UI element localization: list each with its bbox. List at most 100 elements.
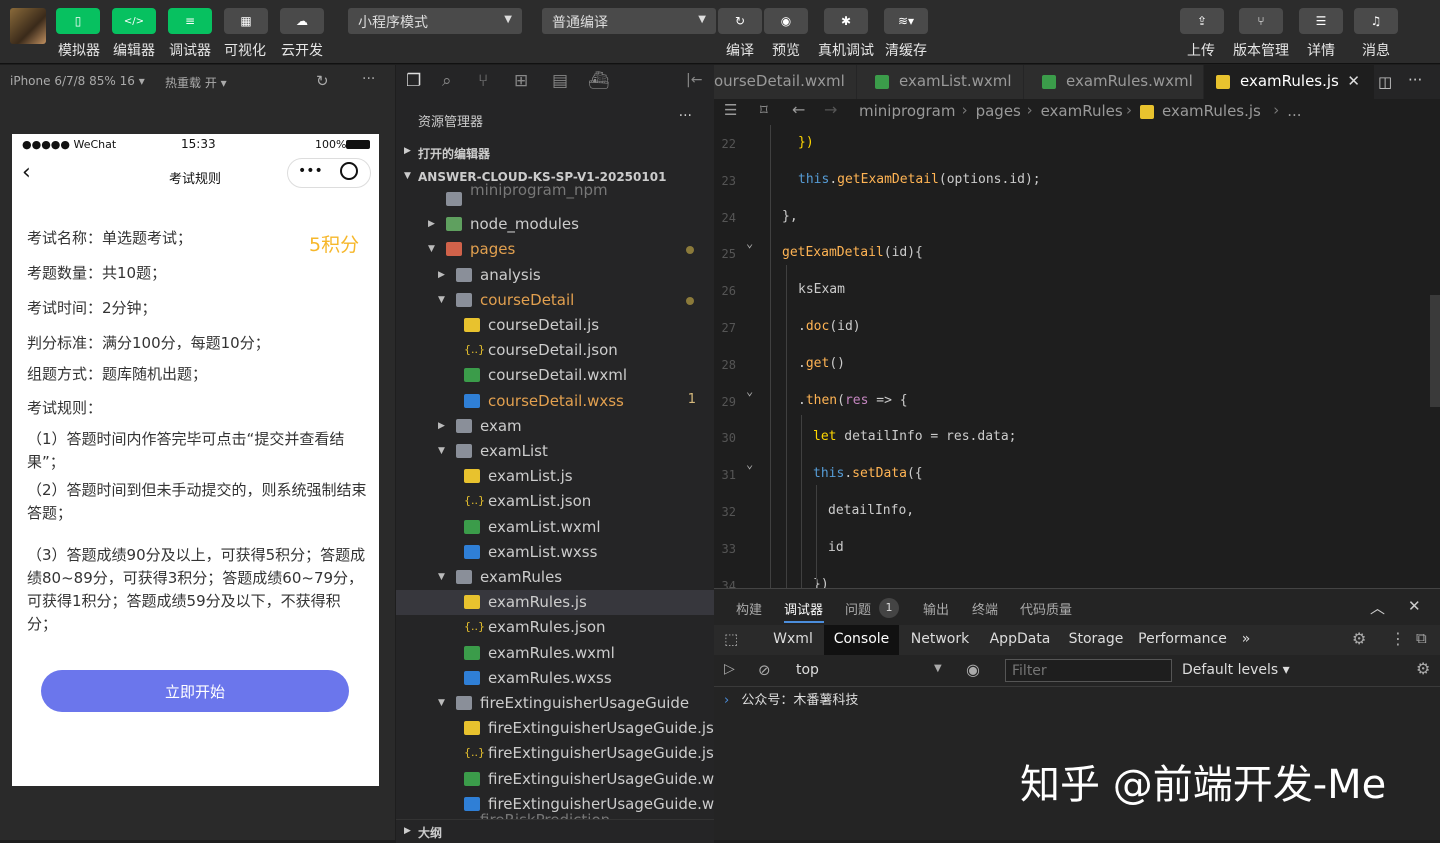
user-avatar[interactable] xyxy=(10,8,46,44)
fold-icon[interactable]: ⌄ xyxy=(746,236,753,250)
remote-debug-button[interactable]: ✱ xyxy=(824,8,868,34)
clear-console-icon[interactable]: ⊘ xyxy=(758,661,771,679)
devtools-panel-tab[interactable]: Network xyxy=(902,625,978,655)
source-control-icon[interactable]: ⑂ xyxy=(478,71,488,91)
devtools-panel-tab[interactable]: Console xyxy=(824,625,899,655)
editor-tab[interactable]: examRules.js ✕ xyxy=(1204,65,1374,99)
tree-folder[interactable]: ▶ exam xyxy=(396,414,714,439)
gear-icon[interactable]: ⚙ xyxy=(1352,629,1366,648)
devtools-panel-tab[interactable]: Performance xyxy=(1134,625,1231,655)
start-exam-button[interactable]: 立即开始 xyxy=(41,670,349,712)
docker-icon[interactable]: ⛴ xyxy=(588,71,610,91)
tree-file[interactable]: courseDetail.wxss 1 xyxy=(396,389,714,414)
sidebar-toggle-icon[interactable]: ▷ xyxy=(724,661,735,677)
breadcrumb-item[interactable]: miniprogram xyxy=(859,102,955,120)
bookmark-icon[interactable]: ⌑ xyxy=(760,101,768,119)
tree-file[interactable]: examList.wxml xyxy=(396,515,714,540)
more-dots-icon[interactable]: ••• xyxy=(298,163,323,179)
close-miniprogram-icon[interactable] xyxy=(340,162,358,180)
simulator-toggle-button[interactable]: ▯ xyxy=(56,8,100,34)
tree-folder[interactable]: ▶ node_modules xyxy=(396,212,714,237)
preview-button[interactable]: ◉ xyxy=(764,8,808,34)
devtools-panel-tab[interactable]: » xyxy=(1236,625,1256,655)
editor-scrollbar[interactable] xyxy=(1430,295,1440,407)
tree-folder[interactable]: ▼ pages xyxy=(396,237,714,262)
explorer-more-icon[interactable]: ··· xyxy=(679,108,692,124)
tree-file[interactable]: fireExtinguisherUsageGuide.wxml xyxy=(396,767,742,792)
list-icon[interactable]: ☰ xyxy=(724,101,737,119)
devtools-tab[interactable]: 终端 xyxy=(972,599,998,618)
close-icon[interactable]: ✕ xyxy=(1408,597,1421,615)
messages-button[interactable]: ♫ xyxy=(1354,8,1398,34)
outline-section[interactable]: ▶ 大纲 xyxy=(396,819,714,843)
version-button[interactable]: ⑂ xyxy=(1239,8,1283,34)
mode-select[interactable]: 小程序模式 ▼ xyxy=(348,8,522,34)
clear-cache-button[interactable]: ≋▾ xyxy=(884,8,928,34)
forward-arrow-icon[interactable]: → xyxy=(824,100,837,119)
editor-tab[interactable]: ourseDetail.wxml xyxy=(714,65,856,99)
refresh-icon[interactable]: ↻ xyxy=(316,72,329,90)
editor-tab[interactable]: examList.wxml xyxy=(857,65,1023,99)
devtools-panel-tab[interactable]: Storage xyxy=(1061,625,1131,655)
tree-folder[interactable]: ▶ analysis xyxy=(396,263,714,288)
eye-icon[interactable]: ◉ xyxy=(966,660,980,679)
visual-toggle-button[interactable]: ▦ xyxy=(224,8,268,34)
inspect-icon[interactable]: ⬚ xyxy=(724,630,738,648)
tree-file[interactable]: examRules.wxss xyxy=(396,666,714,691)
back-icon[interactable]: ‹ xyxy=(22,160,31,185)
compile-button[interactable]: ↻ xyxy=(718,8,762,34)
search-icon[interactable]: ⌕ xyxy=(442,71,452,91)
tree-folder[interactable]: miniprogram_npm xyxy=(396,181,714,212)
tree-file[interactable]: {..} examList.json xyxy=(396,489,714,514)
tree-file[interactable]: courseDetail.wxml xyxy=(396,363,714,388)
chevron-up-icon[interactable]: ︿ xyxy=(1370,597,1385,618)
devtools-tab[interactable]: 调试器 xyxy=(784,599,823,618)
undock-icon[interactable]: ⧉ xyxy=(1416,629,1427,647)
devtools-panel-tab[interactable]: AppData xyxy=(981,625,1059,655)
gear-icon[interactable]: ⚙ xyxy=(1416,659,1430,678)
tree-file[interactable]: examRules.js xyxy=(396,590,714,616)
tree-file[interactable]: fireExtinguisherUsageGuide.js xyxy=(396,716,714,741)
devtools-tab[interactable]: 问题 xyxy=(845,599,871,618)
levels-select[interactable]: Default levels ▾ xyxy=(1182,662,1290,678)
devtools-panel-tab[interactable]: Wxml xyxy=(764,625,822,655)
tree-folder[interactable]: ▼ examList xyxy=(396,439,714,464)
tree-file[interactable]: courseDetail.js xyxy=(396,313,714,338)
tree-folder[interactable]: ▼ examRules xyxy=(396,565,714,590)
fold-icon[interactable]: ⌄ xyxy=(746,384,753,398)
filter-input[interactable] xyxy=(1005,659,1172,682)
extensions-icon[interactable]: ⊞ xyxy=(514,71,528,91)
compile-select[interactable]: 普通编译 ▼ xyxy=(542,8,716,34)
tree-file[interactable]: {..} fireExtinguisherUsageGuide.json xyxy=(396,741,733,766)
details-button[interactable]: ☰ xyxy=(1299,8,1343,34)
context-select[interactable]: top xyxy=(796,662,819,678)
database-icon[interactable]: ▤ xyxy=(552,71,568,91)
collapse-panel-icon[interactable]: |← xyxy=(686,72,702,88)
debugger-toggle-button[interactable]: ≡ xyxy=(168,8,212,34)
tree-folder[interactable]: ▼ fireExtinguisherUsageGuide xyxy=(396,691,714,716)
split-editor-icon[interactable]: ◫ xyxy=(1378,73,1392,91)
fold-icon[interactable]: ⌄ xyxy=(746,457,753,471)
open-editors-section[interactable]: ▶ 打开的编辑器 xyxy=(396,141,714,165)
upload-button[interactable]: ⇪ xyxy=(1180,8,1224,34)
close-icon[interactable]: ✕ xyxy=(1347,72,1360,90)
tree-file[interactable]: examRules.wxml xyxy=(396,641,714,666)
devtools-tab[interactable]: 代码质量 xyxy=(1020,599,1072,618)
hot-reload-select[interactable]: 热重载 开 ▾ xyxy=(165,74,227,91)
code-editor[interactable]: 22}) 23 this.getExamDetail(options.id); 24}… xyxy=(714,125,1440,588)
tree-file[interactable]: examList.wxss xyxy=(396,540,714,565)
breadcrumb-item[interactable]: examRules xyxy=(1041,102,1123,120)
tree-file[interactable]: {..} examRules.json xyxy=(396,615,714,640)
breadcrumb-item[interactable]: ... xyxy=(1287,102,1301,120)
back-arrow-icon[interactable]: ← xyxy=(792,100,805,119)
device-select[interactable]: iPhone 6/7/8 85% 16 ▾ xyxy=(10,74,145,88)
cloud-dev-button[interactable]: ☁ xyxy=(280,8,324,34)
more-icon[interactable]: ··· xyxy=(1408,71,1422,89)
devtools-tab[interactable]: 输出 xyxy=(923,599,949,618)
tree-folder[interactable]: ▼ courseDetail xyxy=(396,288,714,313)
devtools-tab[interactable]: 构建 xyxy=(736,599,762,618)
kebab-icon[interactable]: ⋮ xyxy=(1390,629,1406,648)
editor-toggle-button[interactable]: </> xyxy=(112,8,156,34)
breadcrumb-item[interactable]: examRules.js xyxy=(1162,102,1261,120)
breadcrumb-item[interactable]: pages xyxy=(976,102,1021,120)
